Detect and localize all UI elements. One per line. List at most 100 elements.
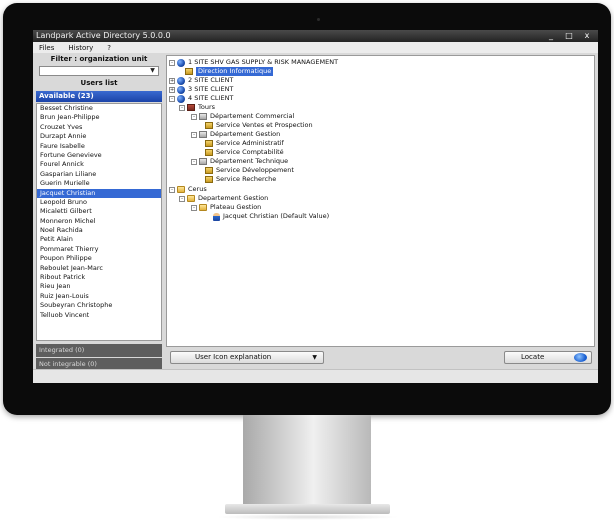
user-list-item[interactable]: Telluob Vincent: [37, 311, 161, 320]
tree-node[interactable]: Service Recherche: [205, 175, 276, 184]
tree-node-label: 3 SITE CLIENT: [188, 85, 234, 93]
user-list-item[interactable]: Faure Isabelle: [37, 142, 161, 151]
locate-label: Locate: [521, 353, 545, 361]
user-list-item[interactable]: Monneron Michel: [37, 217, 161, 226]
locate-button[interactable]: Locate: [504, 351, 592, 364]
tree-node-label: Plateau Gestion: [210, 203, 262, 211]
maximize-button[interactable]: □: [560, 30, 578, 41]
tree-node-label: Jacquet Christian (Default Value): [223, 212, 330, 220]
available-user-list: Besset Christine Brun Jean-Philippe Crouze…: [36, 103, 162, 341]
tree-node[interactable]: +2 SITE CLIENT: [169, 76, 233, 85]
globe-icon: [177, 58, 185, 67]
user-list-item[interactable]: Crouzet Yves: [37, 123, 161, 132]
collapse-icon[interactable]: -: [191, 131, 197, 138]
orgunit-icon: [205, 149, 213, 156]
orgunit-icon: [205, 122, 213, 129]
tree-node[interactable]: - Département Gestion: [191, 130, 280, 139]
user-list-item[interactable]: Poupon Philippe: [37, 254, 161, 263]
monitor-stand-neck: [243, 415, 371, 507]
tree-node[interactable]: - Département Commercial: [191, 112, 294, 121]
globe-icon: [177, 94, 185, 103]
tree-node[interactable]: - 4 SITE CLIENT: [169, 94, 233, 103]
tree-node-label: Cerus: [188, 185, 207, 193]
minimize-button[interactable]: _: [542, 30, 560, 41]
user-list-item[interactable]: Durzapt Annie: [37, 132, 161, 141]
tree-node[interactable]: - Departement Gestion: [179, 194, 268, 203]
orgunit-icon: [205, 140, 213, 147]
tree-node[interactable]: Service Comptabilité: [205, 148, 284, 157]
directory-tree: - 1 SITE SHV GAS SUPPLY & RISK MANAGEMENT…: [166, 55, 595, 347]
user-list-item[interactable]: Gasparian Liliane: [37, 170, 161, 179]
tree-node-label: Service Administratif: [216, 139, 284, 147]
user-list-item[interactable]: Leopold Bruno: [37, 198, 161, 207]
user-list-item[interactable]: Jacquet Christian: [37, 188, 161, 198]
dept-icon: [199, 158, 207, 165]
collapse-icon[interactable]: -: [169, 186, 175, 193]
tree-node[interactable]: - Département Technique: [191, 157, 288, 166]
window-title: Landpark Active Directory 5.0.0.0: [36, 31, 171, 40]
filter-combobox[interactable]: ▼: [39, 66, 159, 76]
user-list-item[interactable]: Guerin Murielle: [37, 179, 161, 188]
dept-icon: [199, 131, 207, 138]
tree-node-label: 1 SITE SHV GAS SUPPLY & RISK MANAGEMENT: [188, 58, 339, 66]
user-list-item[interactable]: Brun Jean-Philippe: [37, 113, 161, 122]
tree-node[interactable]: - Plateau Gestion: [191, 203, 261, 212]
integrated-users-header[interactable]: Integrated (0): [36, 344, 162, 357]
tree-node[interactable]: +3 SITE CLIENT: [169, 85, 233, 94]
user-list-item[interactable]: Noel Rachida: [37, 226, 161, 235]
tree-node-label: Departement Gestion: [198, 194, 269, 202]
dept-icon: [199, 113, 207, 120]
collapse-icon[interactable]: -: [179, 195, 185, 202]
stand-shadow: [215, 514, 400, 520]
tree-node[interactable]: Service Administratif: [205, 139, 284, 148]
tree-node[interactable]: Jacquet Christian (Default Value): [213, 212, 329, 221]
collapse-icon[interactable]: -: [191, 204, 197, 211]
tree-node-label: 2 SITE CLIENT: [188, 76, 234, 84]
user-icon-explanation-dropdown[interactable]: User Icon explanation ▼: [170, 351, 324, 364]
expand-icon[interactable]: +: [169, 77, 175, 84]
user-list-item[interactable]: Fourel Annick: [37, 160, 161, 169]
tree-node-label: Département Technique: [210, 157, 289, 165]
collapse-icon[interactable]: -: [191, 113, 197, 120]
collapse-icon[interactable]: -: [169, 59, 175, 66]
collapse-icon[interactable]: -: [169, 95, 175, 102]
tree-node[interactable]: Service Développement: [205, 166, 294, 175]
user-list-item[interactable]: Soubeyran Christophe: [37, 301, 161, 310]
menu-history[interactable]: History: [68, 44, 93, 52]
user-list-item[interactable]: Pommaret Thierry: [37, 245, 161, 254]
status-bar: [33, 369, 598, 383]
user-list-item[interactable]: Rieu Jean: [37, 282, 161, 291]
chevron-down-icon[interactable]: ▼: [148, 68, 157, 74]
close-button[interactable]: x: [578, 30, 596, 41]
building-icon: [187, 104, 195, 111]
globe-icon: [177, 85, 185, 94]
user-list-item[interactable]: Ribout Patrick: [37, 273, 161, 282]
tree-node-label: 4 SITE CLIENT: [188, 94, 234, 102]
menu-files[interactable]: Files: [39, 44, 54, 52]
locate-arrow-icon: [574, 353, 587, 362]
folder-icon: [199, 204, 207, 211]
tree-node-label: Département Commercial: [210, 112, 295, 120]
available-users-header[interactable]: Available (23): [36, 91, 162, 102]
tree-node[interactable]: Service Ventes et Prospection: [205, 121, 313, 130]
chevron-down-icon: ▼: [312, 354, 317, 361]
orgunit-icon: [185, 68, 193, 75]
user-list-item[interactable]: Ruiz Jean-Louis: [37, 292, 161, 301]
user-list-item[interactable]: Reboulet Jean-Marc: [37, 264, 161, 273]
orgunit-icon: [205, 167, 213, 174]
tree-node[interactable]: - Tours: [179, 103, 215, 112]
menu-help[interactable]: ?: [107, 44, 111, 52]
tree-node[interactable]: - 1 SITE SHV GAS SUPPLY & RISK MANAGEMENT: [169, 58, 338, 67]
user-list-item[interactable]: Micaletti Gilbert: [37, 207, 161, 216]
user-list-item[interactable]: Petit Alain: [37, 235, 161, 244]
user-list-item[interactable]: Fortune Genevieve: [37, 151, 161, 160]
tree-node-label: Département Gestion: [210, 130, 281, 138]
collapse-icon[interactable]: -: [179, 104, 185, 111]
tree-node[interactable]: - Cerus: [169, 185, 207, 194]
expand-icon[interactable]: +: [169, 86, 175, 93]
user-list-item[interactable]: Besset Christine: [37, 104, 161, 113]
users-list-label: Users list: [80, 79, 118, 87]
tree-node[interactable]: Direction Informatique: [185, 67, 274, 76]
collapse-icon[interactable]: -: [191, 158, 197, 165]
tree-node-label: Direction Informatique: [196, 67, 274, 76]
